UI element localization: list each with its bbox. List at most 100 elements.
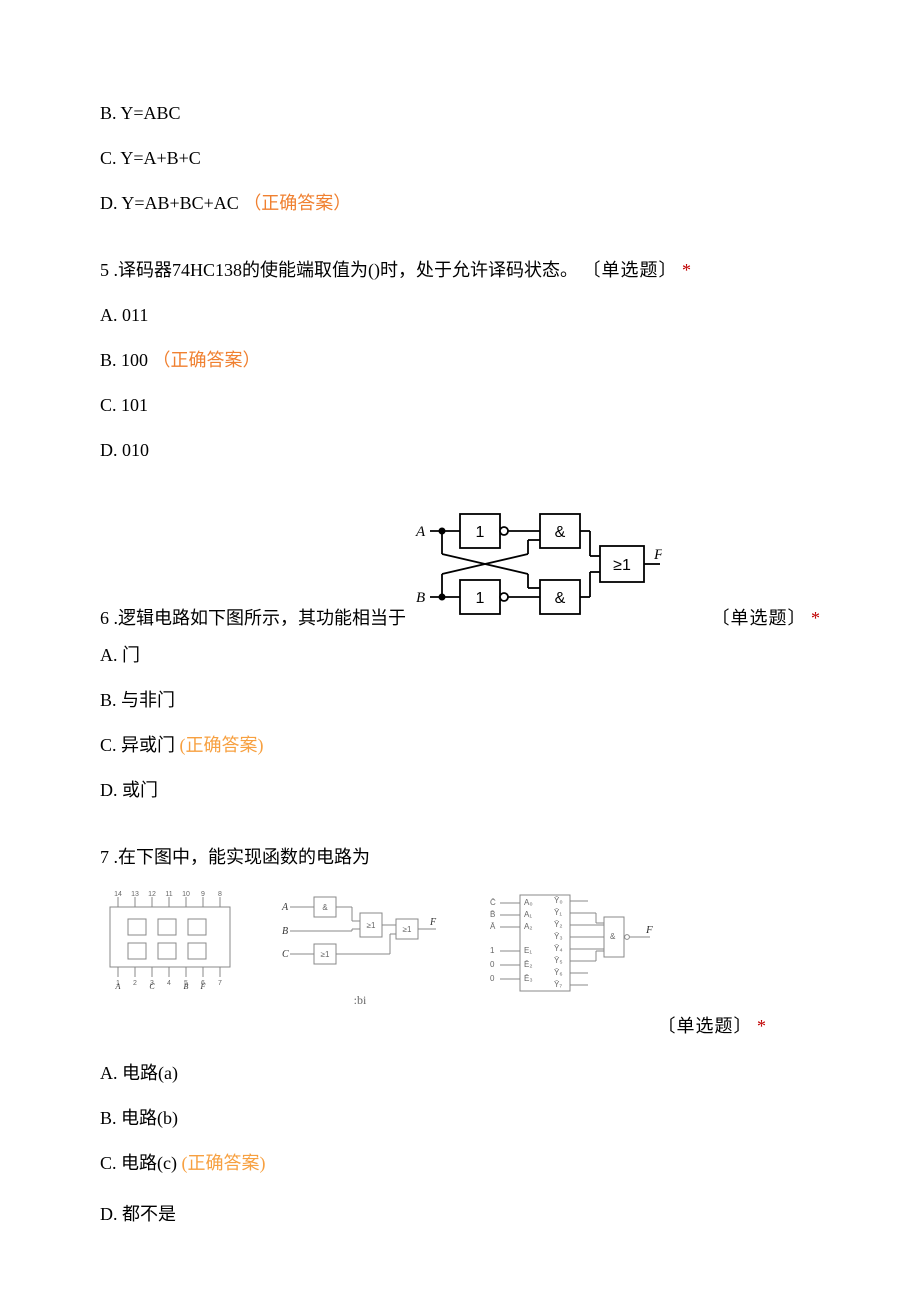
q7-diagrams: 14 13 12 11 10 9 8 1 2 3 4 5 6 7 A <box>100 889 820 1009</box>
option-label: B. <box>100 1108 117 1128</box>
option-label: B. <box>100 103 117 123</box>
pin: 8 <box>218 891 222 898</box>
outF: F <box>645 924 653 936</box>
pin: 7 <box>218 980 222 987</box>
gate-and2: & <box>555 590 566 607</box>
label-F: F <box>653 547 662 563</box>
page: B. Y=ABC C. Y=A+B+C D. Y=AB+BC+AC （正确答案）… <box>0 0 920 1286</box>
qnum: 5 <box>100 260 109 280</box>
option-text: 异或门 <box>117 735 176 755</box>
gate-not1: 1 <box>476 524 485 541</box>
q7-circuit-c: C̄ B̄ Ā 1 0 0 A₀ A₁ A₂ E₁ Ē₂ Ē₃ Ȳ₀ Ȳ₁ Ȳ₂… <box>480 889 660 1007</box>
option-text: 电路(b) <box>117 1108 179 1128</box>
option-text: 电路(c) <box>117 1153 177 1173</box>
question-type: 〔单选题〕 <box>712 608 807 628</box>
qnum: 6 <box>100 608 109 628</box>
option-text: 或门 <box>118 780 159 800</box>
option-text: Y=ABC <box>117 103 181 123</box>
qnum: 7 <box>100 847 109 867</box>
li: 0 <box>490 974 495 983</box>
lbl: B <box>184 982 189 989</box>
outF: F <box>429 917 437 928</box>
lbl: A <box>115 982 121 989</box>
q6-option-a: A. 门 <box>100 642 820 669</box>
option-text: 101 <box>117 395 149 415</box>
q6-option-b: B. 与非门 <box>100 687 820 714</box>
sublabel-bi: :bi <box>280 991 440 1009</box>
rp: Ȳ₀ <box>554 896 563 905</box>
rp: Ȳ₅ <box>554 956 563 965</box>
option-label: A. <box>100 305 118 325</box>
q7-type-line: 〔单选题〕 * <box>100 1013 820 1040</box>
q7-circuit-a: 14 13 12 11 10 9 8 1 2 3 4 5 6 7 A <box>100 889 240 997</box>
q6-stem-right: 〔单选题〕 * <box>712 605 821 632</box>
question-type: 〔单选题〕 <box>583 260 678 280</box>
option-text: 电路(a) <box>118 1063 178 1083</box>
option-label: C. <box>100 1153 117 1173</box>
rp: Ȳ₁ <box>554 908 562 917</box>
q7-option-c: C. 电路(c) (正确答案) <box>100 1150 820 1177</box>
gate-and1: & <box>555 524 566 541</box>
option-text: 010 <box>118 440 150 460</box>
q5-option-a: A. 011 <box>100 302 820 329</box>
gate-or: ≥1 <box>613 557 631 574</box>
inB: B <box>282 926 288 937</box>
pin: 4 <box>167 980 171 987</box>
option-text: 门 <box>118 645 141 665</box>
q5-stem: 5 .译码器74HC138的使能端取值为()时，处于允许译码状态。 〔单选题〕 … <box>100 257 820 284</box>
option-text: 与非门 <box>117 690 176 710</box>
lp: Ē₂ <box>524 960 532 969</box>
rp: Ȳ₆ <box>554 968 563 977</box>
q4-option-d: D. Y=AB+BC+AC （正确答案） <box>100 190 820 217</box>
q7-option-a: A. 电路(a) <box>100 1060 820 1087</box>
option-label: A. <box>100 1063 118 1083</box>
gate-not2: 1 <box>476 590 485 607</box>
pin: 14 <box>114 891 122 898</box>
q6-stem-line: 6 .逻辑电路如下图所示，其功能相当于 <box>100 504 820 632</box>
g: ≥1 <box>321 950 330 959</box>
option-text: 都不是 <box>118 1204 177 1224</box>
q6-option-c: C. 异或门 (正确答案) <box>100 732 820 759</box>
stem-text: .逻辑电路如下图所示，其功能相当于 <box>114 608 407 628</box>
option-label: D. <box>100 1204 118 1224</box>
required-asterisk: * <box>757 1013 766 1040</box>
q5-option-c: C. 101 <box>100 392 820 419</box>
rp: Ȳ₇ <box>554 980 562 989</box>
pin: 2 <box>133 980 137 987</box>
option-label: D. <box>100 440 118 460</box>
q6-circuit-diagram: A B F 1 1 & & ≥1 <box>410 504 662 632</box>
q6-stem-left: 6 .逻辑电路如下图所示，其功能相当于 <box>100 605 406 632</box>
q7-stem: 7 .在下图中，能实现函数的电路为 <box>100 844 820 871</box>
g: & <box>322 903 328 912</box>
lbl: C <box>149 982 155 989</box>
option-label: B. <box>100 350 117 370</box>
option-text: Y=AB+BC+AC <box>118 193 239 213</box>
li: 1 <box>490 946 495 955</box>
li: Ā <box>490 922 496 931</box>
option-label: B. <box>100 690 117 710</box>
li: C̄ <box>490 898 496 907</box>
pin: 13 <box>131 891 139 898</box>
li: 0 <box>490 960 495 969</box>
correct-answer: (正确答案) <box>180 735 264 755</box>
label-A: A <box>415 524 426 540</box>
q5-option-d: D. 010 <box>100 437 820 464</box>
g: ≥1 <box>367 921 376 930</box>
q7-circuit-b: & ≥1 ≥1 ≥1 A B C F :bi <box>280 889 440 1009</box>
q6-option-d: D. 或门 <box>100 777 820 804</box>
option-label: D. <box>100 193 118 213</box>
g: ≥1 <box>403 925 412 934</box>
q7-option-d: D. 都不是 <box>100 1201 820 1228</box>
q4-option-b: B. Y=ABC <box>100 100 820 127</box>
stem-text: .在下图中，能实现函数的电路为 <box>114 847 371 867</box>
li: B̄ <box>490 910 495 919</box>
label-B: B <box>416 590 425 606</box>
q5-option-b: B. 100 （正确答案） <box>100 347 820 374</box>
option-label: A. <box>100 645 118 665</box>
rp: Ȳ₄ <box>554 944 563 953</box>
gate: & <box>610 932 616 941</box>
correct-answer: (正确答案) <box>182 1153 266 1173</box>
inC: C <box>282 949 289 960</box>
question-type: 〔单选题〕 <box>658 1013 753 1040</box>
lbl: F <box>200 982 206 989</box>
